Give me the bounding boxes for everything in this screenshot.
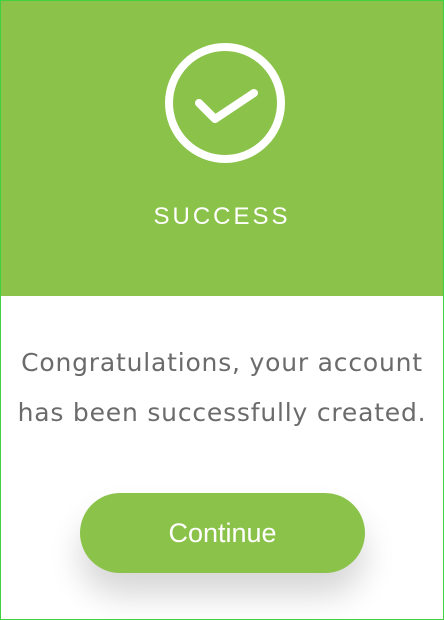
success-header: SUCCESS [1, 1, 443, 296]
success-title: SUCCESS [153, 203, 291, 230]
success-dialog: SUCCESS Congratulations, your account ha… [0, 0, 444, 620]
success-message-line-1: Congratulations, your account [21, 348, 423, 377]
continue-button[interactable]: Continue [80, 493, 365, 573]
success-message-line-2: has been successfully created. [17, 398, 427, 427]
check-circle-icon [165, 43, 285, 163]
